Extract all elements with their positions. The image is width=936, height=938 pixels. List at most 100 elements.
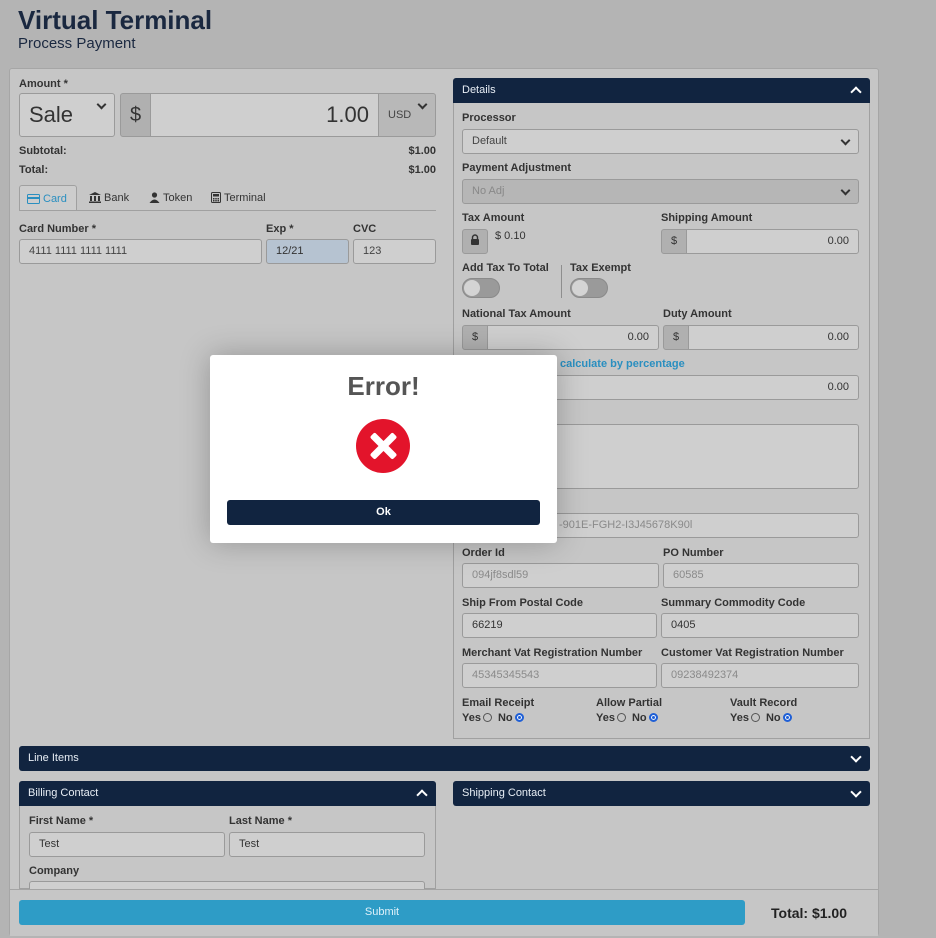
amount-input[interactable]: 1.00 [150, 93, 379, 137]
currency-value: USD [388, 109, 412, 121]
duty-amount-label: Duty Amount [663, 308, 732, 320]
shipping-currency-symbol: $ [661, 229, 687, 254]
error-icon [356, 419, 410, 473]
user-icon [149, 192, 160, 203]
vault-record-radios: Yes No [730, 712, 798, 724]
card-number-input[interactable]: 4111 1111 1111 1111 [19, 239, 262, 264]
customer-vat-input[interactable]: 09238492374 [661, 663, 859, 688]
tab-token[interactable]: Token [142, 185, 199, 211]
order-id-label: Order Id [462, 547, 505, 559]
po-number-label: PO Number [663, 547, 724, 559]
page-subtitle: Process Payment [18, 35, 136, 52]
duty-currency-symbol: $ [663, 325, 689, 350]
processor-value: Default [472, 135, 507, 147]
processor-select[interactable]: Default [462, 129, 859, 154]
commodity-code-input[interactable]: 0405 [661, 613, 859, 638]
footer-total: Total: $1.00 [771, 905, 847, 921]
ship-postal-label: Ship From Postal Code [462, 597, 584, 609]
merchant-vat-input[interactable]: 45345345543 [462, 663, 657, 688]
po-number-input[interactable]: 60585 [663, 563, 859, 588]
first-name-input[interactable]: Test [29, 832, 225, 857]
tax-exempt-toggle[interactable] [570, 278, 608, 298]
card-icon [27, 194, 40, 204]
national-tax-input[interactable]: 0.00 [487, 325, 659, 350]
chevron-down-icon [850, 751, 862, 763]
exp-input[interactable]: 12/21 [266, 239, 349, 264]
amount-label: Amount * [19, 78, 68, 90]
merchant-vat-label: Merchant Vat Registration Number [462, 647, 643, 659]
billing-contact-header[interactable]: Billing Contact [19, 781, 436, 806]
details-panel-header[interactable]: Details [453, 78, 870, 103]
payment-adjustment-label: Payment Adjustment [462, 162, 572, 174]
cvc-input[interactable]: 123 [353, 239, 436, 264]
tab-token-label: Token [163, 192, 193, 204]
tab-bank-label: Bank [104, 192, 130, 204]
order-id-input[interactable]: 094jf8sdl59 [462, 563, 659, 588]
lock-icon [471, 234, 479, 245]
last-name-label: Last Name * [229, 815, 292, 827]
allow-partial-label: Allow Partial [596, 697, 663, 709]
shipping-amount-input[interactable]: 0.00 [686, 229, 859, 254]
commodity-code-label: Summary Commodity Code [661, 597, 806, 609]
shipping-amount-label: Shipping Amount [661, 212, 753, 224]
email-receipt-yes-label: Yes [462, 712, 481, 724]
shipping-contact-title: Shipping Contact [462, 787, 546, 799]
ok-button[interactable]: Ok [227, 500, 540, 525]
tax-exempt-toggle-knob [572, 280, 588, 296]
processor-label: Processor [462, 112, 516, 124]
tab-card[interactable]: Card [19, 185, 77, 211]
line-items-header[interactable]: Line Items [19, 746, 870, 771]
tab-bank[interactable]: Bank [82, 185, 136, 211]
add-tax-label: Add Tax To Total [462, 262, 549, 274]
cvc-label: CVC [353, 223, 377, 235]
chevron-up-icon [416, 789, 428, 801]
tab-divider [19, 210, 436, 211]
calculate-percentage-link[interactable]: calculate by percentage [560, 358, 685, 370]
tab-terminal-label: Terminal [224, 192, 266, 204]
billing-contact-title: Billing Contact [28, 787, 99, 799]
chevron-up-icon [850, 86, 862, 98]
toggle-divider [561, 265, 562, 298]
subtotal-value: $1.00 [408, 145, 436, 157]
bank-icon [89, 192, 101, 203]
tab-terminal[interactable]: Terminal [204, 185, 273, 211]
vault-record-no-radio[interactable] [782, 713, 792, 722]
first-name-label: First Name * [29, 815, 94, 827]
vault-record-label: Vault Record [730, 697, 798, 709]
subtotal-label: Subtotal: [19, 145, 67, 157]
email-receipt-label: Email Receipt [462, 697, 535, 709]
card-number-label: Card Number * [19, 223, 97, 235]
duty-amount-input[interactable]: 0.00 [688, 325, 859, 350]
tax-amount-value: $ 0.10 [495, 230, 526, 242]
chevron-down-icon [850, 786, 862, 798]
company-label: Company [29, 865, 80, 877]
allow-partial-no-radio[interactable] [648, 713, 658, 722]
tab-card-label: Card [43, 193, 67, 205]
email-receipt-radios: Yes No [462, 712, 530, 724]
email-receipt-no-radio[interactable] [514, 713, 524, 722]
tax-exempt-label: Tax Exempt [570, 262, 631, 274]
last-name-input[interactable]: Test [229, 832, 425, 857]
shipping-contact-header[interactable]: Shipping Contact [453, 781, 870, 806]
currency-select[interactable]: USD [378, 93, 436, 137]
vault-record-yes-radio[interactable] [750, 713, 760, 722]
vault-record-yes-label: Yes [730, 712, 749, 724]
allow-partial-no-label: No [631, 712, 647, 724]
company-input[interactable] [29, 881, 425, 889]
line-items-title: Line Items [28, 752, 79, 764]
ship-postal-input[interactable]: 66219 [462, 613, 657, 638]
modal-title: Error! [347, 371, 420, 401]
payment-adjustment-select[interactable]: No Adj [462, 179, 859, 204]
transaction-type-select[interactable]: Sale [19, 93, 115, 137]
customer-vat-label: Customer Vat Registration Number [661, 647, 844, 659]
tax-amount-label: Tax Amount [462, 212, 525, 224]
tax-lock[interactable] [462, 229, 488, 254]
terminal-icon [211, 192, 221, 203]
add-tax-toggle[interactable] [462, 278, 500, 298]
add-tax-toggle-knob [464, 280, 480, 296]
submit-button[interactable]: Submit [19, 900, 745, 925]
email-receipt-yes-radio[interactable] [482, 713, 492, 722]
allow-partial-yes-radio[interactable] [616, 713, 626, 722]
allow-partial-radios: Yes No [596, 712, 664, 724]
total-label: Total: [19, 164, 49, 176]
